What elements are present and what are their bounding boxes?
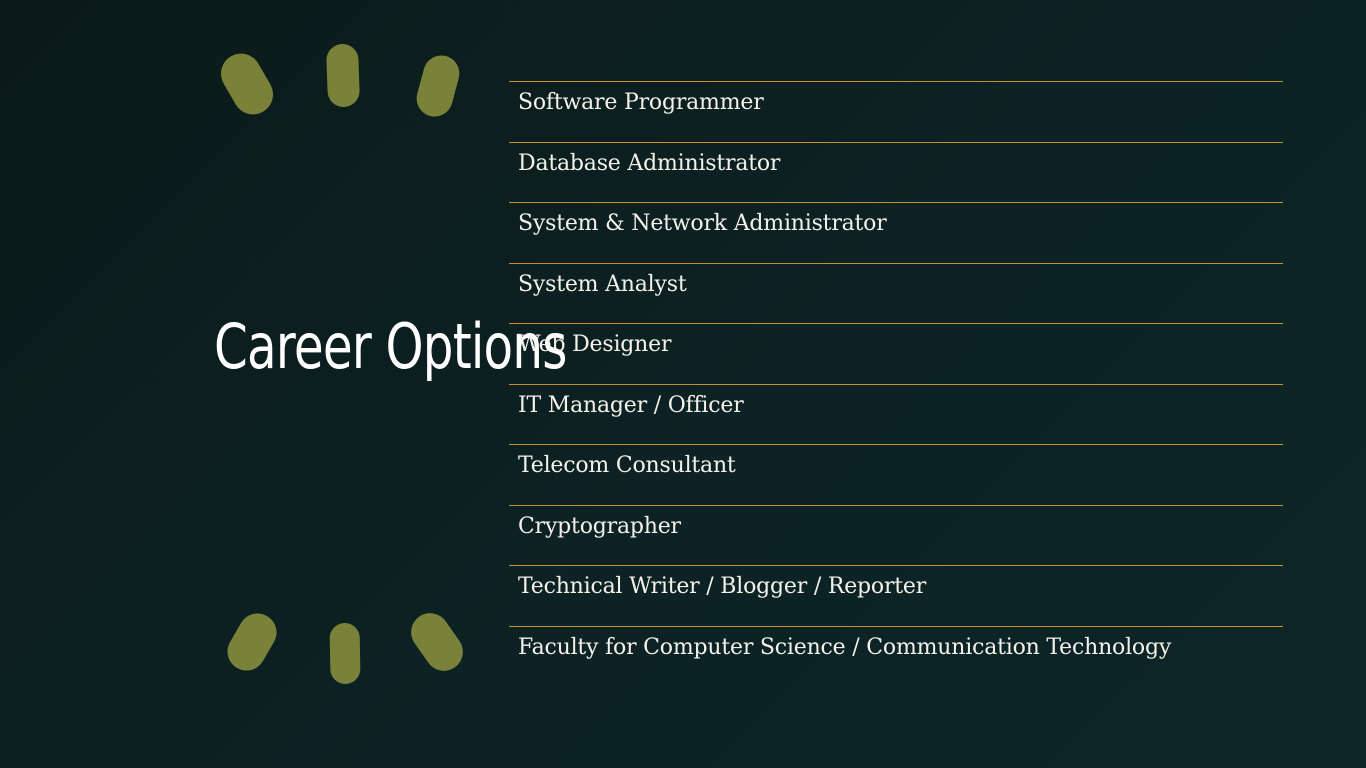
list-item: System & Network Administrator xyxy=(509,202,1283,263)
list-item: Software Programmer xyxy=(509,81,1283,142)
list-item: Web Designer xyxy=(509,323,1283,384)
dash-top-left xyxy=(221,53,273,115)
dash-bottom-left xyxy=(227,613,277,671)
dash-bottom-center xyxy=(329,623,361,684)
career-list: Software Programmer Database Administrat… xyxy=(509,81,1283,686)
dash-top-right xyxy=(416,55,460,117)
slide-title: Career Options xyxy=(214,310,567,383)
list-item: Database Administrator xyxy=(509,141,1283,203)
list-item: Faculty for Computer Science / Communica… xyxy=(509,625,1283,687)
list-item: Technical Writer / Blogger / Reporter xyxy=(509,565,1283,626)
list-item: IT Manager / Officer xyxy=(509,383,1283,445)
list-item: Cryptographer xyxy=(509,504,1283,566)
list-item: System Analyst xyxy=(509,262,1283,324)
dash-top-center xyxy=(326,44,360,107)
slide: Career Options Software Programmer Datab… xyxy=(0,0,1366,768)
list-item: Telecom Consultant xyxy=(509,444,1283,505)
dash-bottom-right xyxy=(411,613,463,671)
